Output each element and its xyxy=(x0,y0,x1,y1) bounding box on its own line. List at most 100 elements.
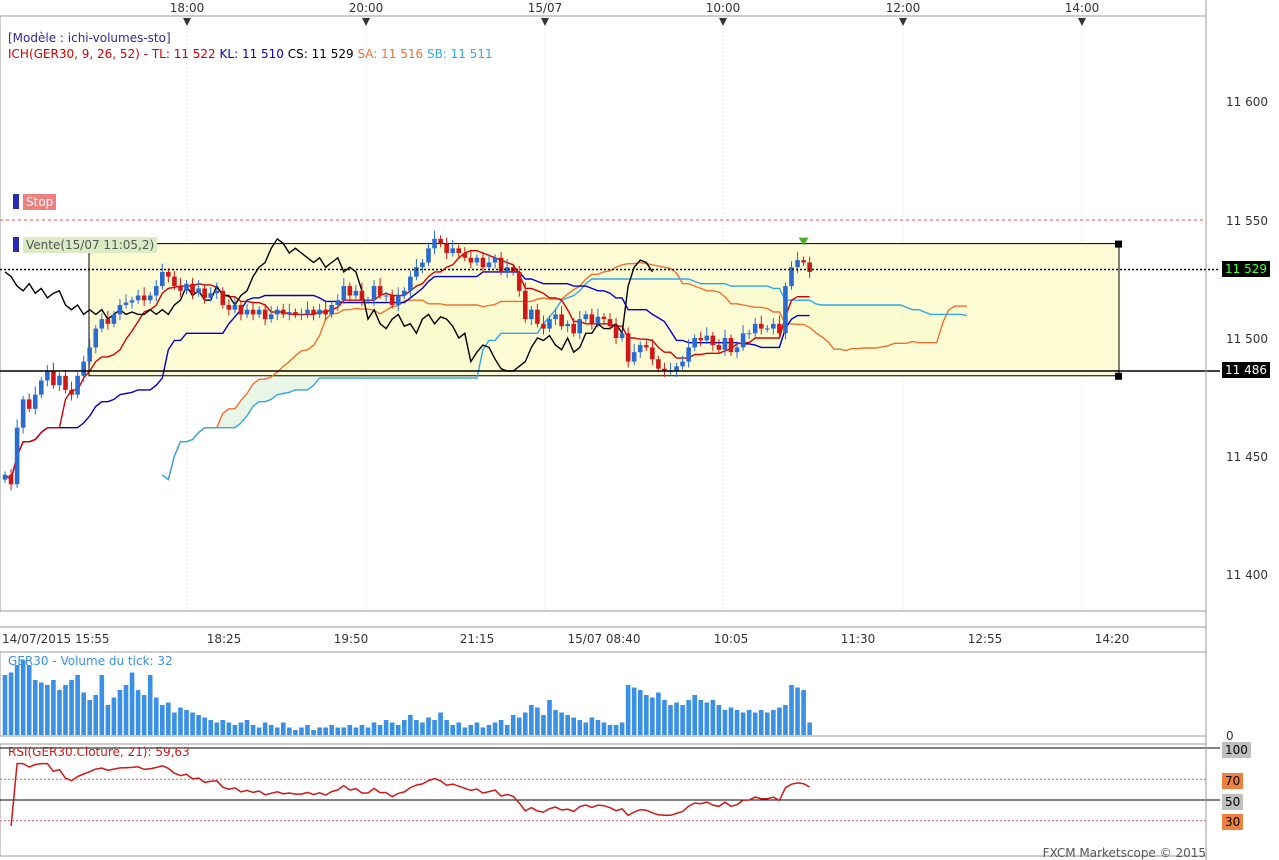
bottom-time-label: 21:15 xyxy=(460,632,495,646)
volume-bar xyxy=(377,725,383,735)
box-handle xyxy=(1115,240,1122,248)
candle-body xyxy=(692,338,697,348)
volume-bar xyxy=(523,712,528,735)
volume-bar xyxy=(504,725,510,735)
y-tick-label: 11 550 xyxy=(1226,214,1268,228)
bottom-time-label: 18:25 xyxy=(207,632,242,646)
stop-handle[interactable] xyxy=(13,194,19,209)
volume-bar xyxy=(129,672,135,735)
candle-body xyxy=(57,375,62,386)
volume-bar xyxy=(347,725,353,735)
watermark: FXCM Marketscope © 2015 xyxy=(1043,846,1206,860)
volume-bar xyxy=(498,720,504,735)
volume-bar xyxy=(650,697,655,735)
volume-bar xyxy=(801,690,806,735)
candle-body xyxy=(178,286,183,291)
candle-body xyxy=(214,290,220,294)
volume-bar xyxy=(765,712,770,735)
volume-bar xyxy=(807,722,812,735)
volume-bar xyxy=(710,700,716,735)
candle-body xyxy=(329,304,334,315)
volume-bar xyxy=(474,722,480,735)
candle-body xyxy=(299,314,304,316)
volume-bar xyxy=(625,685,631,735)
volume-bar xyxy=(789,685,794,735)
volume-bar xyxy=(69,680,74,735)
candle-body xyxy=(710,335,716,346)
candle-body xyxy=(383,295,389,297)
sell-zone-box[interactable] xyxy=(88,243,1120,377)
rsi-50-label: 50 xyxy=(1222,794,1244,810)
volume-bar xyxy=(674,702,679,735)
volume-bar xyxy=(668,705,673,735)
candle-body xyxy=(111,314,117,324)
volume-bar xyxy=(656,692,661,735)
candle-body xyxy=(420,262,425,268)
volume-bar xyxy=(105,705,111,735)
volume-bar xyxy=(226,722,232,735)
volume-bar xyxy=(232,725,238,735)
candle-body xyxy=(123,302,129,305)
volume-bar xyxy=(704,702,710,735)
volume-bar xyxy=(262,722,268,735)
candle-body xyxy=(595,316,601,324)
volume-bar xyxy=(456,722,462,735)
candle-body xyxy=(480,257,486,268)
volume-bar xyxy=(746,710,752,735)
candle-body xyxy=(438,238,443,244)
sell-handle[interactable] xyxy=(13,237,19,252)
y-tick-label: 11 400 xyxy=(1226,568,1268,582)
candle-body xyxy=(250,309,256,315)
volume-bar xyxy=(492,722,498,735)
candle-body xyxy=(172,276,177,287)
candle-body xyxy=(45,371,50,381)
volume-bar xyxy=(135,690,141,735)
candle-body xyxy=(51,371,56,386)
candle-body xyxy=(577,319,583,334)
candle-body xyxy=(287,312,292,315)
volume-bar xyxy=(202,717,207,735)
candle-body xyxy=(262,309,268,320)
volume-bar xyxy=(111,697,117,735)
candle-body xyxy=(716,345,722,350)
volume-bar xyxy=(783,705,788,735)
candle-body xyxy=(341,286,347,301)
candle-body xyxy=(777,323,782,334)
candle-body xyxy=(746,333,752,335)
candle-body xyxy=(619,333,625,338)
candle-body xyxy=(317,309,322,315)
sell-order-marker[interactable]: Vente(15/07 11:05,2) xyxy=(23,237,158,253)
candle-body xyxy=(305,309,310,315)
volume-bar xyxy=(244,720,250,735)
bottom-time-label: 14:20 xyxy=(1095,632,1130,646)
template-label: [Modèle : ichi-volumes-sto] xyxy=(8,31,171,45)
candle-body xyxy=(722,338,728,350)
volume-bar xyxy=(535,707,540,735)
volume-bar xyxy=(178,707,183,735)
candle-body xyxy=(141,295,147,301)
candle-body xyxy=(196,288,201,294)
candle-body xyxy=(87,347,92,362)
volume-bar xyxy=(208,720,213,735)
candle-body xyxy=(335,300,341,305)
candle-body xyxy=(583,314,589,320)
volume-bar xyxy=(426,717,431,735)
candle-body xyxy=(8,474,14,485)
candle-body xyxy=(637,345,643,353)
stop-marker[interactable]: Stop xyxy=(23,194,57,210)
y-tick-label: 11 600 xyxy=(1226,95,1268,109)
volume-bar xyxy=(81,692,86,735)
volume-bar xyxy=(172,712,177,735)
volume-bar xyxy=(595,720,601,735)
volume-bar xyxy=(486,725,492,735)
candle-body xyxy=(220,290,226,305)
bottom-time-label: 14/07/2015 15:55 xyxy=(2,632,110,646)
trading-chart[interactable]: 18:00 20:00 15/07 10:00 12:00 14:00 14/0… xyxy=(0,0,1279,860)
volume-bar xyxy=(341,727,347,735)
volume-bar xyxy=(45,685,50,735)
candle-body xyxy=(63,375,68,390)
volume-bar xyxy=(305,725,310,735)
candle-body xyxy=(160,271,165,287)
bottom-time-label: 19:50 xyxy=(334,632,369,646)
candle-body xyxy=(613,326,619,338)
